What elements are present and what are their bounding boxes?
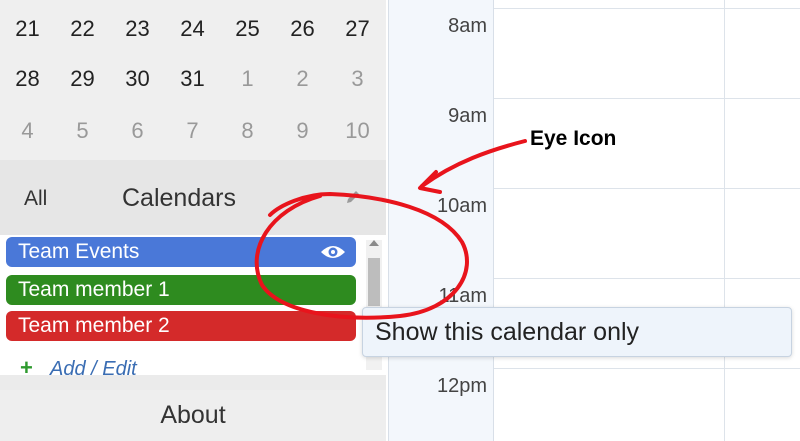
time-label: 10am — [436, 195, 487, 217]
time-column: 8am 9am 10am 11am 12pm — [388, 0, 494, 441]
mini-calendar: 21 22 23 24 25 26 27 28 29 30 31 1 2 3 4 5 6 7 8 9 10 — [0, 0, 386, 160]
grid-line — [494, 368, 800, 369]
grid-line — [494, 98, 800, 99]
calendar-item-team-member-2[interactable]: Team member 2 — [6, 311, 356, 341]
mini-calendar-day[interactable]: 28 — [0, 52, 55, 106]
calendar-grid[interactable] — [494, 0, 800, 441]
sidebar: 21 22 23 24 25 26 27 28 29 30 31 1 2 3 4 5 6 7 8 9 10 All … — [0, 0, 386, 441]
mini-calendar-day[interactable]: 29 — [55, 52, 110, 106]
mini-calendar-day[interactable]: 10 — [330, 104, 385, 158]
calendar-item-team-events[interactable]: Team Events — [6, 237, 356, 267]
mini-calendar-day[interactable]: 22 — [55, 2, 110, 56]
calendar-item-label: Team member 2 — [18, 314, 170, 337]
calendar-item-label: Team Events — [18, 240, 140, 263]
mini-calendar-week: 4 5 6 7 8 9 10 — [0, 104, 386, 158]
scrollbar-thumb[interactable] — [368, 258, 380, 306]
plus-icon: + — [20, 355, 33, 380]
mini-calendar-day[interactable]: 9 — [275, 104, 330, 158]
time-label: 8am — [448, 15, 487, 37]
mini-calendar-day[interactable]: 25 — [220, 2, 275, 56]
mini-calendar-day[interactable]: 1 — [220, 52, 275, 106]
grid-line — [494, 278, 800, 279]
mini-calendar-day[interactable]: 27 — [330, 2, 385, 56]
grid-line — [494, 188, 800, 189]
add-edit-label: Add / Edit — [50, 358, 137, 380]
mini-calendar-day[interactable]: 24 — [165, 2, 220, 56]
scroll-up-arrow-icon[interactable] — [369, 240, 379, 246]
mini-calendar-day[interactable]: 30 — [110, 52, 165, 106]
mini-calendar-day[interactable]: 8 — [220, 104, 275, 158]
about-link[interactable]: About — [0, 390, 386, 441]
pencil-icon[interactable] — [344, 188, 362, 206]
mini-calendar-day[interactable]: 2 — [275, 52, 330, 106]
mini-calendar-day[interactable]: 21 — [0, 2, 55, 56]
mini-calendar-day[interactable]: 23 — [110, 2, 165, 56]
mini-calendar-day[interactable]: 6 — [110, 104, 165, 158]
calendar-item-label: Team member 1 — [18, 278, 170, 301]
calendar-item-team-member-1[interactable]: Team member 1 — [6, 275, 356, 305]
calendar-list: Team Events Team member 1 Team member 2 — [0, 235, 386, 375]
mini-calendar-week: 21 22 23 24 25 26 27 — [0, 2, 386, 56]
eye-icon[interactable] — [320, 243, 346, 261]
mini-calendar-day[interactable]: 31 — [165, 52, 220, 106]
mini-calendar-day[interactable]: 4 — [0, 104, 55, 158]
day-column-divider — [724, 0, 725, 441]
mini-calendar-day[interactable]: 5 — [55, 104, 110, 158]
tooltip: Show this calendar only — [362, 307, 792, 357]
mini-calendar-day[interactable]: 7 — [165, 104, 220, 158]
add-edit-calendars-link[interactable]: + Add / Edit — [20, 355, 137, 381]
mini-calendar-day[interactable]: 26 — [275, 2, 330, 56]
grid-line — [494, 8, 800, 9]
calendars-title: Calendars — [122, 184, 236, 212]
mini-calendar-day[interactable]: 3 — [330, 52, 385, 106]
time-label: 12pm — [436, 375, 487, 397]
all-calendars-link[interactable]: All — [24, 187, 47, 211]
time-label: 11am — [438, 285, 487, 307]
mini-calendar-week: 28 29 30 31 1 2 3 — [0, 52, 386, 106]
annotation-label: Eye Icon — [530, 127, 617, 150]
time-label: 9am — [448, 105, 487, 127]
